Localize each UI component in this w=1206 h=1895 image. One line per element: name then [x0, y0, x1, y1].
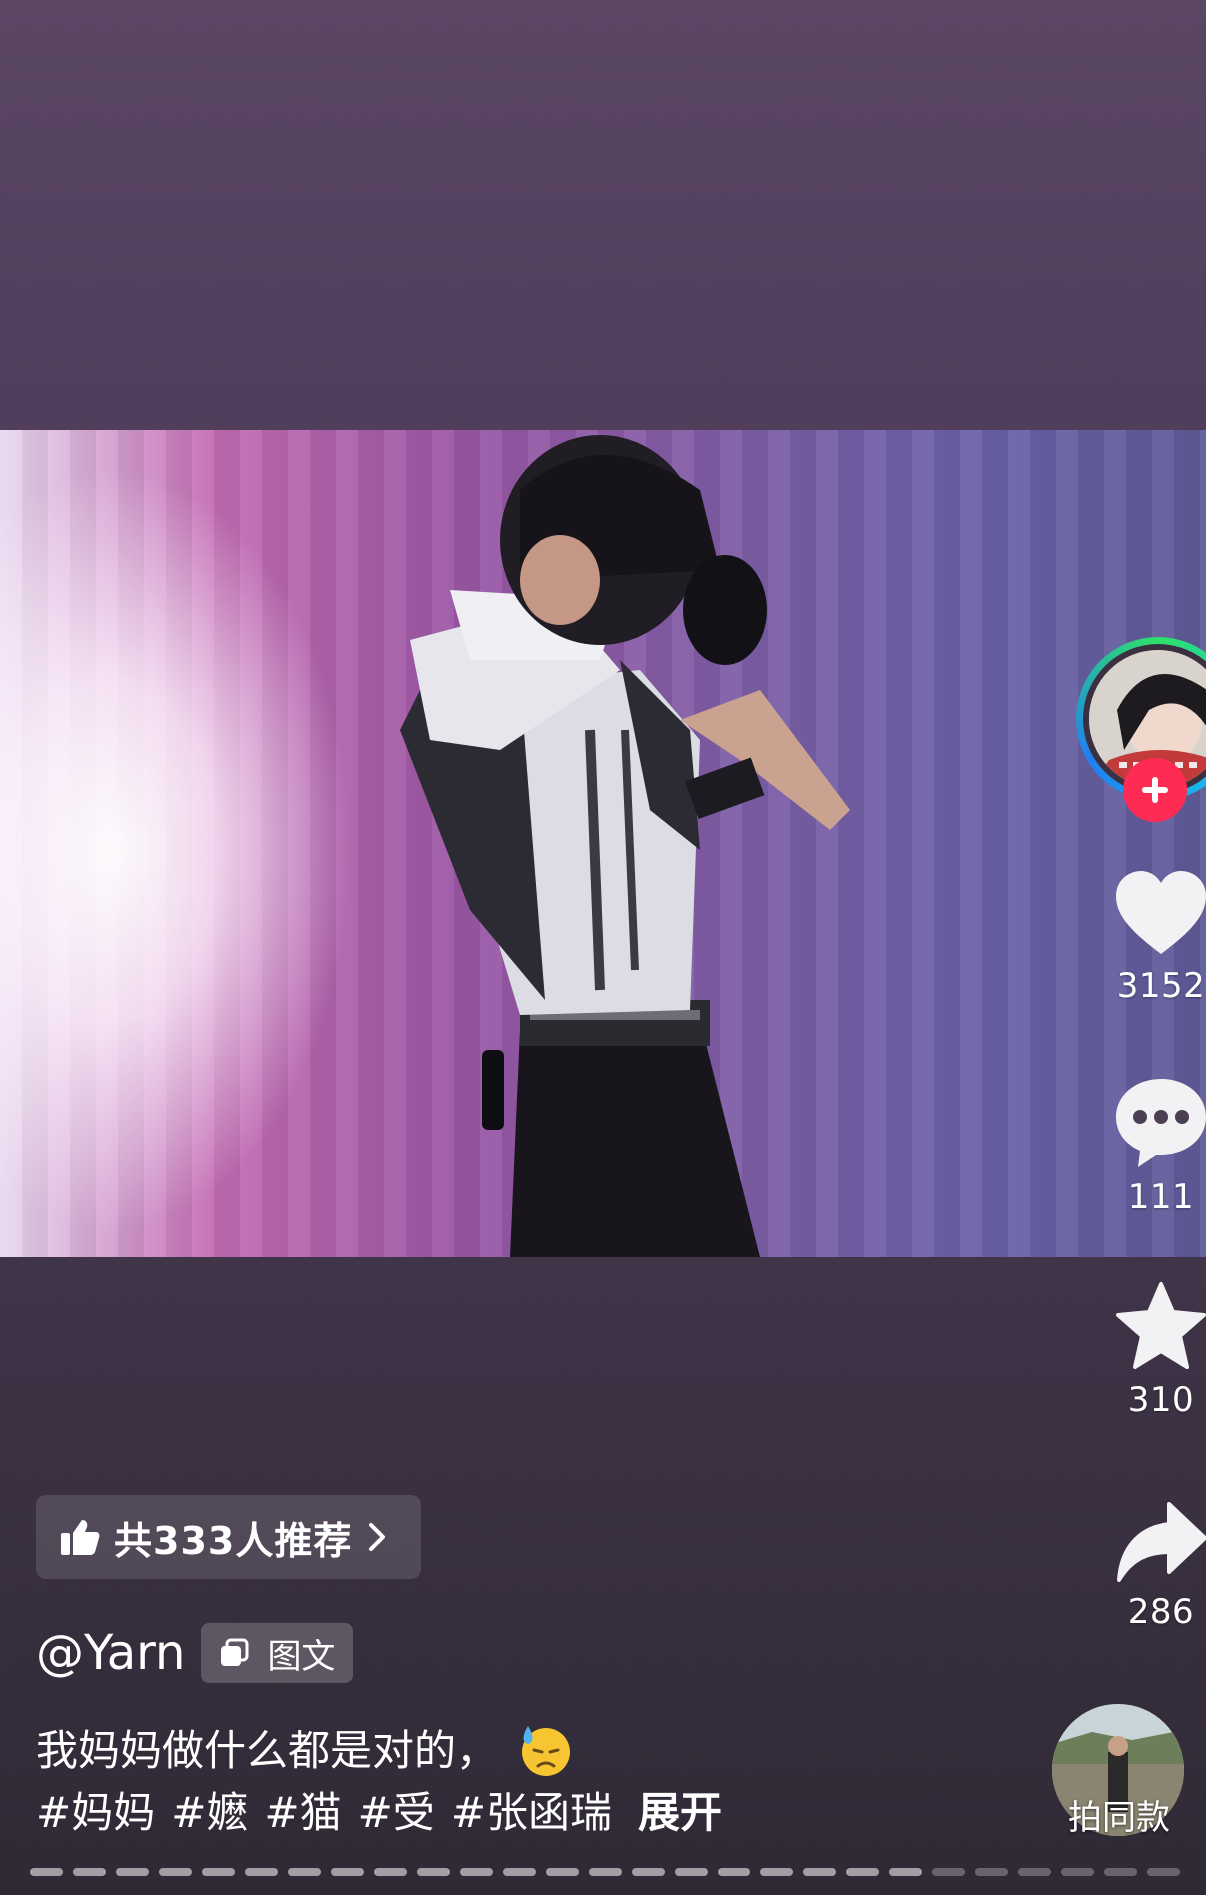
progress-segment: [330, 1868, 364, 1876]
same-style-label[interactable]: 拍同款: [1044, 1790, 1194, 1839]
star-icon: [1116, 1282, 1206, 1369]
progress-segment: [373, 1868, 407, 1876]
hashtag-link[interactable]: #张函瑞: [451, 1788, 612, 1837]
progress-segment: [846, 1868, 880, 1876]
expand-caption-button[interactable]: 展开: [638, 1788, 722, 1837]
carousel-progress: [30, 1868, 1181, 1876]
plus-icon: [1142, 777, 1168, 803]
progress-segment: [760, 1868, 794, 1876]
recommend-chip[interactable]: 共333人推荐: [36, 1495, 421, 1579]
thumbs-up-icon: [61, 1520, 100, 1555]
hashtag-link[interactable]: #嬷: [171, 1788, 248, 1837]
progress-segment: [588, 1868, 622, 1876]
progress-segment: [674, 1868, 708, 1876]
comment-count: 111: [1127, 1177, 1195, 1217]
favorite-button[interactable]: 310: [1091, 1280, 1206, 1420]
progress-segment: [502, 1868, 536, 1876]
recommend-label: 共333人推荐: [114, 1518, 353, 1563]
author-row: @Yarn 图文: [36, 1618, 354, 1688]
progress-segment: [416, 1868, 450, 1876]
progress-segment: [244, 1868, 278, 1876]
like-count: 3152: [1116, 966, 1206, 1006]
post-type-label: 图文: [267, 1636, 336, 1677]
chevron-right-icon: [369, 1523, 386, 1551]
image-text-icon: [221, 1638, 249, 1666]
post-caption: 我妈妈做什么都是对的， #妈妈 #嬷 #猫 #受 #张函瑞 展开: [36, 1720, 996, 1844]
progress-segment: [459, 1868, 493, 1876]
like-button[interactable]: 3152: [1091, 868, 1206, 1006]
progress-segment: [975, 1868, 1009, 1876]
progress-segment: [287, 1868, 321, 1876]
progress-segment: [115, 1868, 149, 1876]
hashtag-link[interactable]: #妈妈: [36, 1788, 155, 1837]
progress-segment: [545, 1868, 579, 1876]
post-image[interactable]: [0, 430, 1206, 1257]
progress-segment: [932, 1868, 966, 1876]
favorite-count: 310: [1127, 1380, 1195, 1420]
hashtag-link[interactable]: #猫: [264, 1788, 341, 1837]
progress-segment: [889, 1868, 923, 1876]
progress-segment: [158, 1868, 192, 1876]
progress-segment: [1018, 1868, 1052, 1876]
progress-segment: [1147, 1868, 1181, 1876]
share-button[interactable]: 286: [1091, 1500, 1206, 1632]
progress-segment: [30, 1868, 63, 1876]
follow-button[interactable]: [1123, 758, 1187, 822]
hashtag-link[interactable]: #受: [358, 1788, 435, 1837]
comment-button[interactable]: 111: [1091, 1075, 1206, 1217]
author-name[interactable]: @Yarn: [36, 1625, 185, 1681]
progress-segment: [72, 1868, 106, 1876]
post-type-badge: 图文: [201, 1623, 354, 1683]
progress-segment: [1061, 1868, 1095, 1876]
progress-segment: [201, 1868, 235, 1876]
progress-segment: [1104, 1868, 1138, 1876]
caption-text: 我妈妈做什么都是对的，: [36, 1726, 499, 1775]
share-arrow-icon: [1117, 1502, 1206, 1582]
dancer-figure: [400, 435, 850, 1257]
heart-icon: [1116, 871, 1206, 954]
progress-segment: [631, 1868, 665, 1876]
comment-bubble-icon: [1116, 1079, 1206, 1167]
progress-segment: [717, 1868, 751, 1876]
downcast-face-with-sweat-emoji: [522, 1725, 571, 1776]
progress-segment: [803, 1868, 837, 1876]
share-count: 286: [1127, 1592, 1195, 1632]
action-sidebar: 3152 111 310 286: [1036, 0, 1206, 1895]
